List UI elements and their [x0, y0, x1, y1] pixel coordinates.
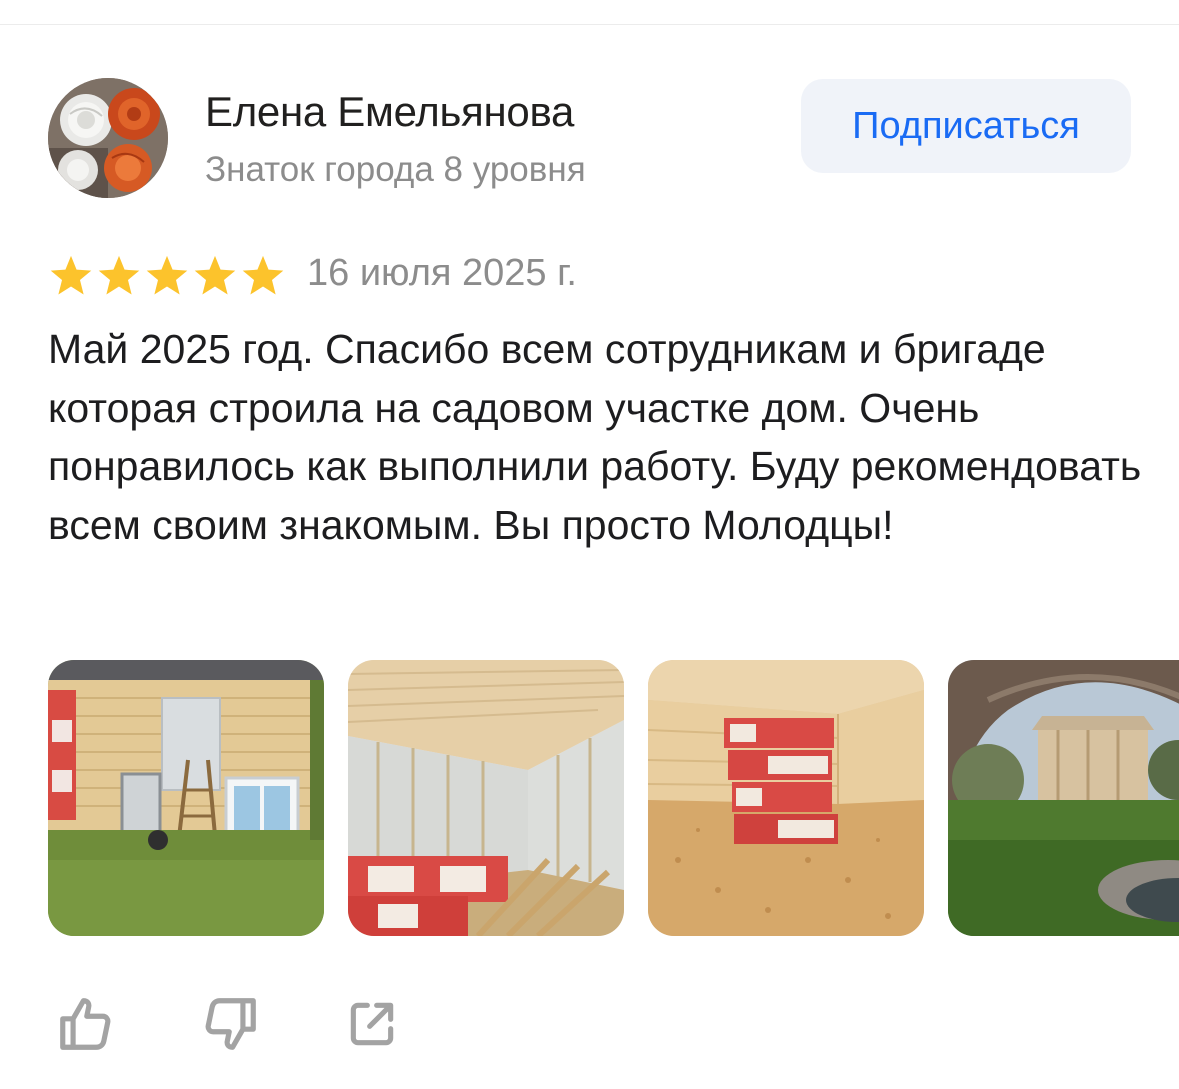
star-icon	[98, 255, 140, 295]
top-divider	[0, 24, 1179, 25]
star-icon	[242, 255, 284, 295]
author-level: Знаток города 8 уровня	[205, 150, 586, 189]
thumbs-down-icon	[205, 998, 256, 1050]
rating-stars	[48, 254, 286, 298]
photo-insulation-packs	[648, 660, 924, 936]
subscribe-button[interactable]: Подписаться	[801, 79, 1131, 173]
avatar-image	[48, 78, 168, 198]
avatar[interactable]	[48, 78, 168, 198]
share-button[interactable]	[338, 990, 406, 1058]
review-photo-1[interactable]	[48, 660, 324, 936]
photo-interior-insulation	[348, 660, 624, 936]
author-name[interactable]: Елена Емельянова	[205, 88, 574, 136]
dislike-button[interactable]	[196, 990, 264, 1058]
review-photo-3[interactable]	[648, 660, 924, 936]
star-icon	[146, 255, 188, 295]
review-text: Май 2025 год. Спасибо всем сотрудникам и…	[48, 326, 1142, 548]
review-photo-4[interactable]	[948, 660, 1179, 936]
photo-house-exterior	[48, 660, 324, 936]
star-icon	[194, 255, 236, 295]
like-button[interactable]	[52, 990, 120, 1058]
share-icon	[350, 1002, 394, 1046]
thumbs-up-icon	[60, 998, 111, 1050]
star-icon	[50, 255, 92, 295]
review-date: 16 июля 2025 г.	[307, 252, 577, 294]
review-photo-2[interactable]	[348, 660, 624, 936]
photo-garden-frame	[948, 660, 1179, 936]
